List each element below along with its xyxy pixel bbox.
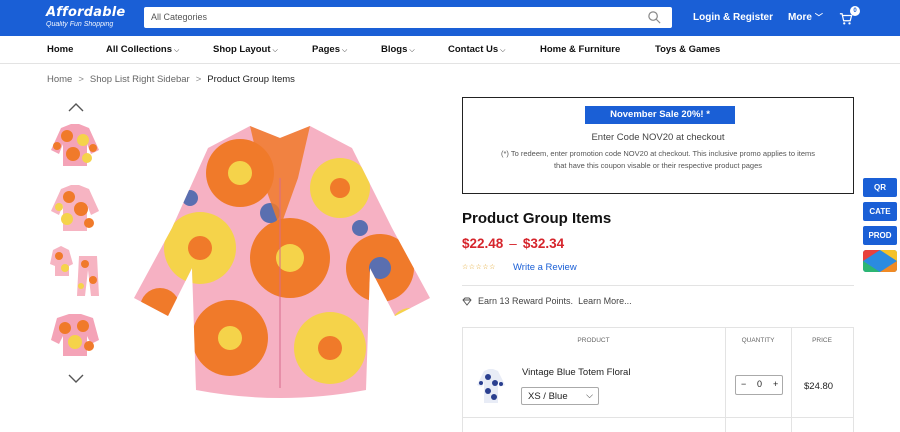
column-header-product: PRODUCT	[577, 337, 610, 344]
nav-item-home-furniture[interactable]: Home & Furniture	[540, 44, 620, 55]
quantity-stepper[interactable]: − 0 +	[735, 375, 783, 395]
top-header: Affordable Quality Fun Shopping All Cate…	[0, 0, 900, 36]
write-review-link[interactable]: Write a Review	[513, 262, 577, 273]
product-thumbnail-2[interactable]	[47, 179, 103, 235]
nav-item-contact-us[interactable]: Contact Us ⌵	[448, 44, 505, 55]
product-row-image[interactable]	[476, 367, 506, 405]
thumbnail-down-arrow-icon[interactable]	[67, 373, 85, 385]
main-nav: Home All Collections ⌵ Shop Layout ⌵ Pages…	[0, 36, 900, 64]
group-items-table: PRODUCT QUANTITY PRICE Vintage Blue Tote…	[462, 327, 854, 432]
search-placeholder: All Categories	[151, 12, 208, 22]
chevron-down-icon: ⌵	[173, 47, 180, 54]
breadcrumb-shop-list[interactable]: Shop List Right Sidebar	[90, 74, 190, 85]
row-price: $24.80	[804, 381, 834, 392]
row-product-name[interactable]: Vintage Blue Totem Floral	[522, 367, 630, 378]
nav-item-toys-games[interactable]: Toys & Games	[655, 44, 720, 55]
chevron-down-icon: ﹀	[814, 13, 823, 22]
variant-value: XS / Blue	[528, 391, 568, 402]
product-main-image[interactable]	[130, 118, 435, 403]
search-icon[interactable]	[647, 10, 662, 25]
variant-select[interactable]: XS / Blue ⌵	[521, 387, 599, 405]
nav-label: All Collections	[106, 44, 172, 55]
product-title: Product Group Items	[462, 210, 612, 227]
chevron-down-icon: ⌵	[409, 47, 415, 54]
reward-points: Earn 13 Reward Points. Learn More...	[462, 296, 632, 306]
side-tab-qr[interactable]: QR	[863, 178, 897, 197]
app-grid-icon[interactable]	[863, 250, 897, 272]
breadcrumb-current: Product Group Items	[207, 74, 295, 85]
nav-item-all-collections[interactable]: All Collections ⌵	[106, 44, 179, 55]
promo-note: (*) To redeem, enter promotion code NOV2…	[500, 149, 816, 170]
nav-label: Contact Us	[448, 44, 499, 55]
promo-code-text: Enter Code NOV20 at checkout	[591, 132, 725, 143]
nav-label: Shop Layout	[213, 44, 271, 55]
learn-more-link[interactable]: Learn More...	[578, 296, 632, 306]
nav-item-shop-layout[interactable]: Shop Layout ⌵	[213, 44, 278, 55]
side-tab-prod[interactable]: PROD	[863, 226, 897, 245]
logo-name: Affordable	[46, 5, 126, 20]
promo-badge: November Sale 20%! *	[585, 106, 735, 124]
price-separator: –	[509, 236, 517, 251]
nav-item-pages[interactable]: Pages ⌵	[312, 44, 347, 55]
nav-label: Pages	[312, 44, 340, 55]
chevron-right-icon: >	[195, 74, 202, 85]
breadcrumb: Home > Shop List Right Sidebar > Product Gro…	[47, 74, 295, 85]
product-price: $22.48– $32.34	[462, 236, 564, 251]
chevron-down-icon: ⌵	[272, 47, 278, 54]
promo-box: November Sale 20%! * Enter Code NOV20 at…	[462, 97, 854, 194]
cart-button[interactable]: 0	[839, 6, 860, 28]
divider	[462, 285, 854, 286]
site-logo[interactable]: Affordable Quality Fun Shopping	[46, 5, 125, 28]
product-thumbnail-4[interactable]	[47, 306, 103, 362]
nav-label: Toys & Games	[655, 44, 721, 55]
logo-tagline: Quality Fun Shopping	[46, 21, 114, 28]
nav-label: Home	[47, 44, 74, 55]
nav-label: Home & Furniture	[540, 44, 621, 55]
rating-stars-icon: ☆☆☆☆☆	[462, 264, 496, 271]
nav-item-home[interactable]: Home	[47, 44, 73, 55]
nav-item-blogs[interactable]: Blogs ⌵	[381, 44, 415, 55]
reward-text: Earn 13 Reward Points.	[478, 296, 574, 306]
chevron-right-icon: >	[78, 74, 84, 85]
cart-count-badge: 0	[850, 6, 860, 16]
more-label: More	[788, 12, 812, 23]
column-header-quantity: QUANTITY	[741, 337, 775, 344]
breadcrumb-home[interactable]: Home	[47, 74, 72, 85]
increment-button[interactable]: +	[773, 379, 778, 389]
chevron-down-icon: ⌵	[586, 390, 593, 400]
thumbnail-up-arrow-icon[interactable]	[67, 101, 85, 113]
product-thumbnail-1[interactable]	[47, 116, 103, 172]
more-menu[interactable]: More ﹀	[788, 12, 823, 23]
login-register-link[interactable]: Login & Register	[693, 12, 773, 23]
price-min: $22.48	[462, 236, 504, 251]
price-max: $32.34	[522, 236, 565, 251]
diamond-icon	[462, 297, 472, 306]
quantity-value[interactable]: 0	[757, 379, 762, 389]
chevron-down-icon: ⌵	[500, 47, 506, 54]
product-thumbnail-3[interactable]	[47, 242, 103, 298]
row-divider	[462, 417, 854, 418]
chevron-down-icon: ⌵	[342, 47, 348, 54]
column-header-price: PRICE	[812, 337, 832, 344]
nav-label: Blogs	[381, 44, 408, 55]
side-tab-cate[interactable]: CATE	[863, 202, 897, 221]
decrement-button[interactable]: −	[741, 379, 746, 389]
search-input[interactable]: All Categories	[144, 7, 672, 28]
